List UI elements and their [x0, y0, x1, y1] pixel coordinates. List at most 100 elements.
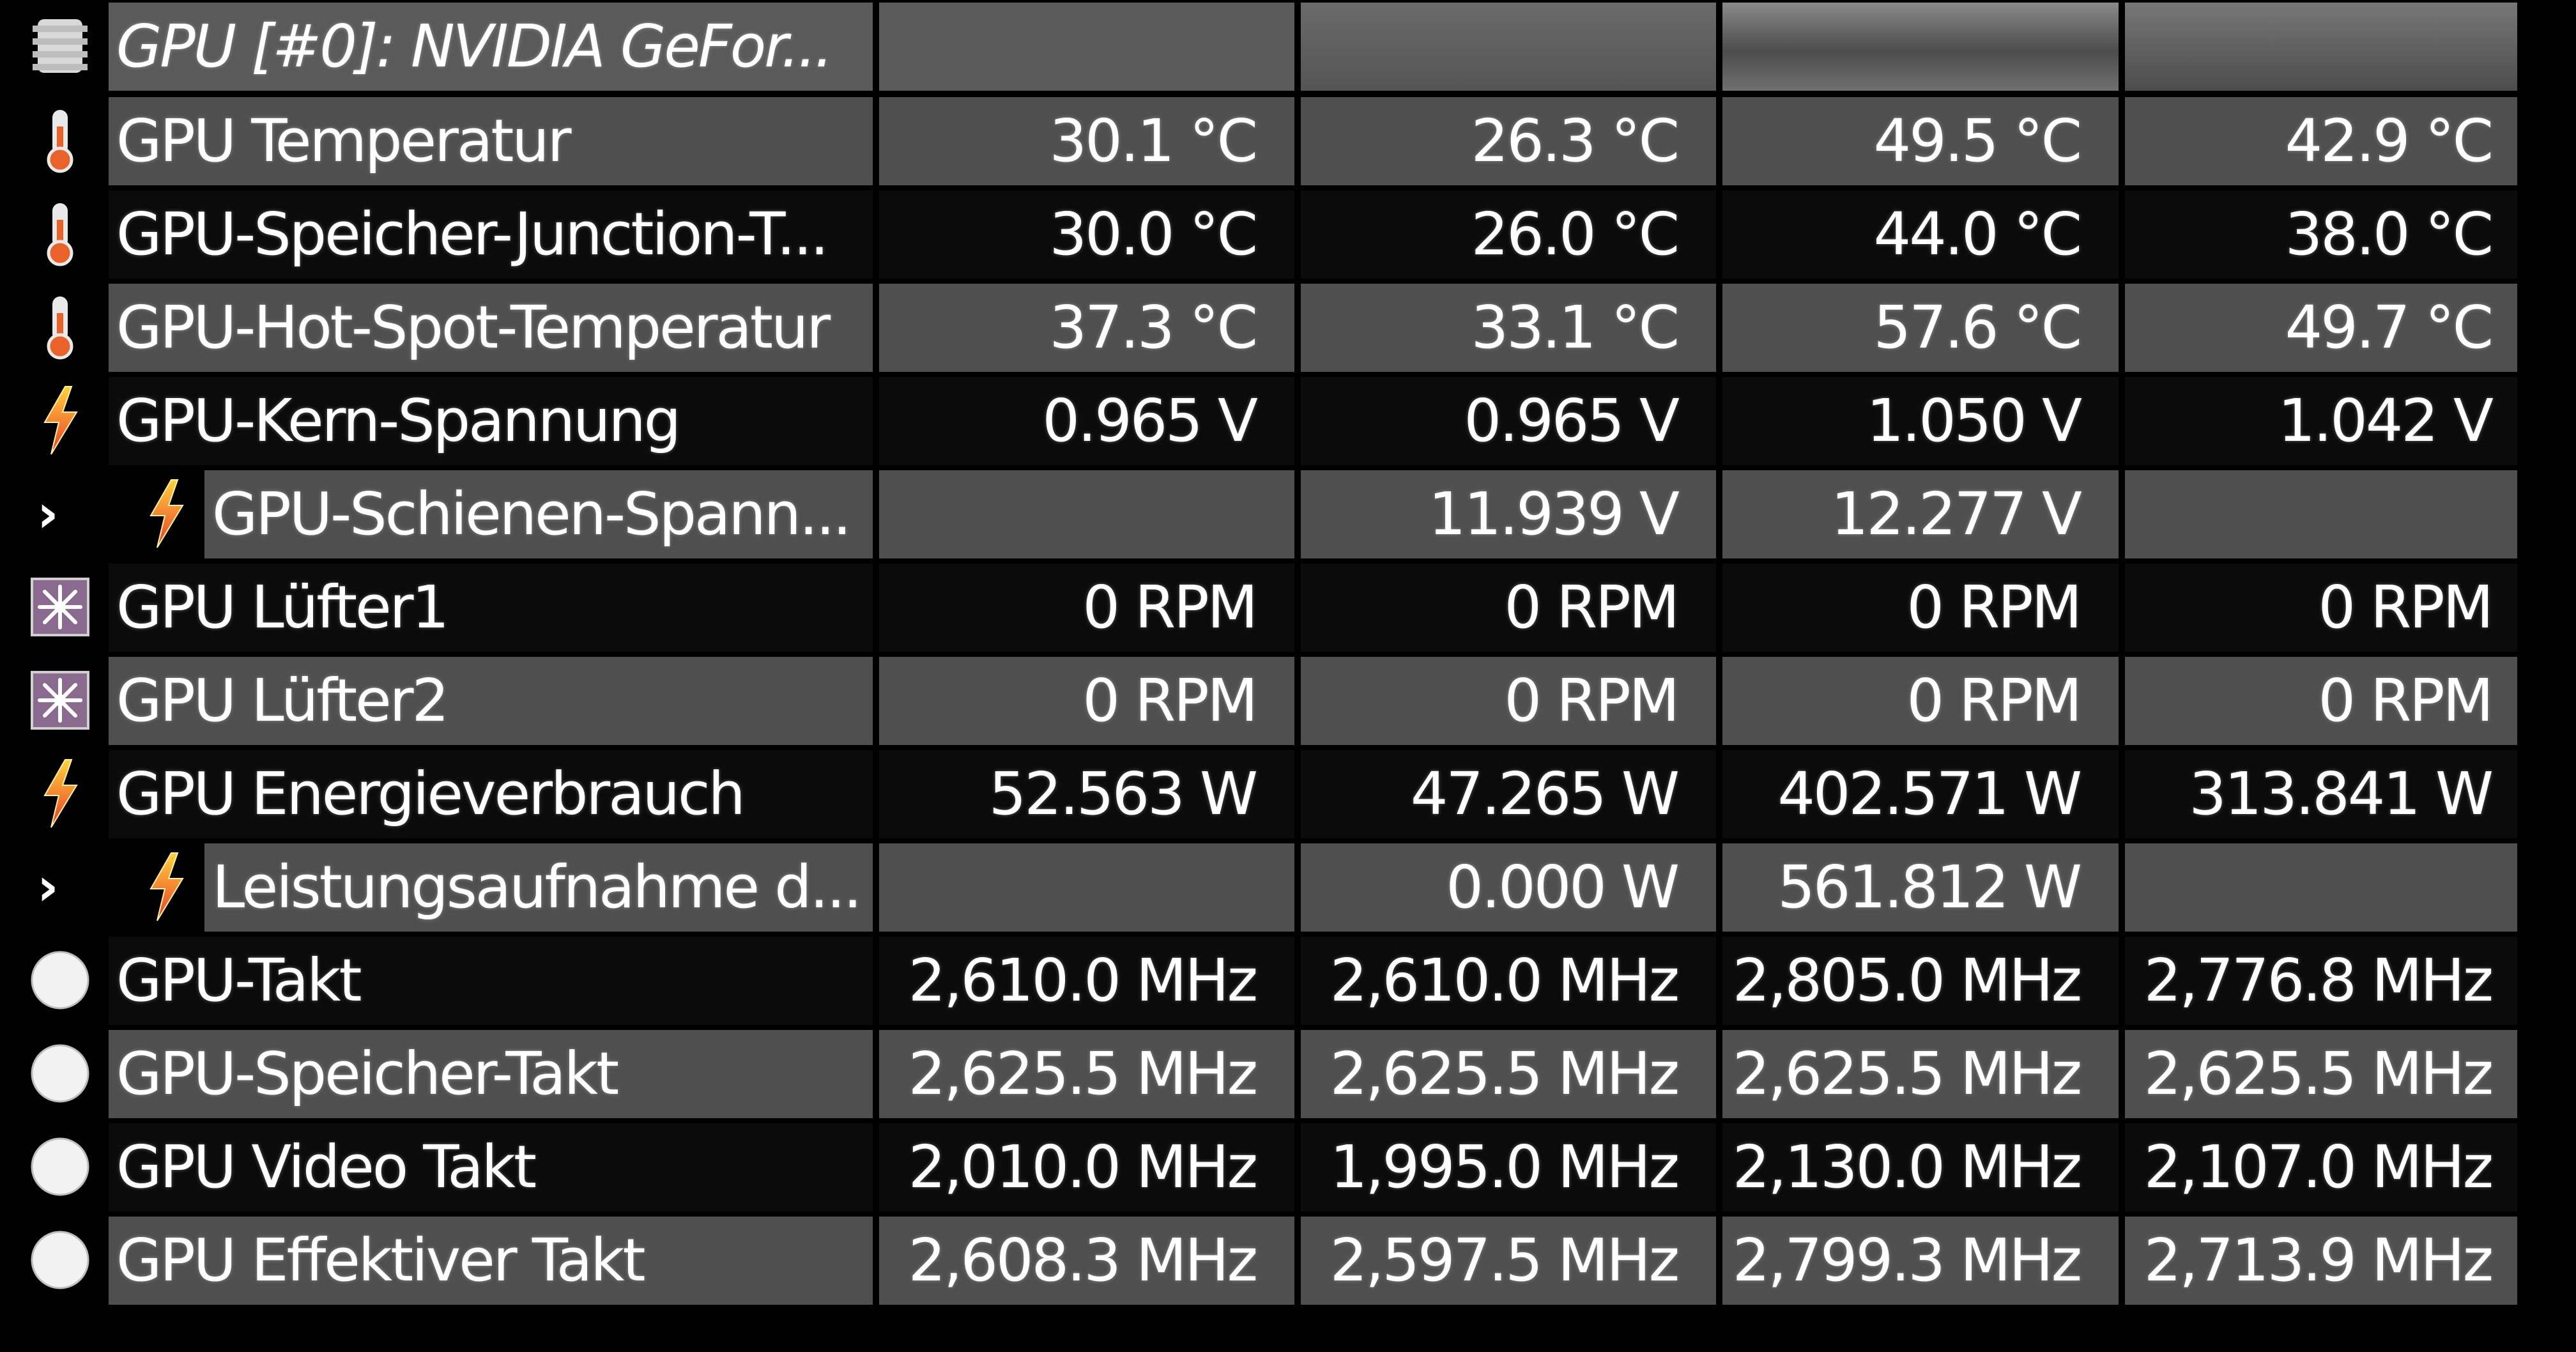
sensor-value-maximum: 402.571 W [1777, 760, 2082, 828]
sensor-value-maximum: 1.050 V [1866, 387, 2082, 455]
gpu-chip-icon [28, 14, 92, 78]
sensor-value-minimum: 2,610.0 MHz [1330, 946, 1680, 1015]
header-value-cell-1 [879, 3, 1294, 91]
value-cell-minimum: 2,597.5 MHz [1301, 1217, 1716, 1305]
sensor-value-average: 42.9 °C [2285, 107, 2494, 175]
sensor-value-current: 2,608.3 MHz [908, 1226, 1258, 1294]
value-cell-current: 30.1 °C [879, 97, 1294, 185]
sensor-label-cell: Leistungsaufnahme d... [204, 843, 873, 932]
value-cell-average [2125, 843, 2517, 932]
sensor-value-current: 30.0 °C [1049, 200, 1258, 268]
value-cell-minimum: 47.265 W [1301, 750, 1716, 838]
sensor-value-minimum: 0.965 V [1464, 387, 1680, 455]
value-cell-current: 2,608.3 MHz [879, 1217, 1294, 1305]
value-cell-current: 2,610.0 MHz [879, 937, 1294, 1025]
sensor-label-cell: GPU-Kern-Spannung [109, 377, 873, 465]
chevron-right-icon[interactable]: › [37, 860, 82, 915]
sensor-label: GPU Video Takt [116, 1133, 537, 1201]
group-header-title: GPU [#0]: NVIDIA GeFor... [116, 12, 833, 81]
value-cell-minimum: 0.000 W [1301, 843, 1716, 932]
sensor-row-gpu-l-fter1[interactable]: GPU Lüfter1 0 RPM 0 RPM 0 RPM 0 RPM [0, 561, 2524, 654]
value-cell-minimum: 26.0 °C [1301, 190, 1716, 279]
value-cell-maximum: 12.277 V [1722, 470, 2119, 558]
sensor-row-gpu-energieverbrauch[interactable]: GPU Energieverbrauch 52.563 W 47.265 W 402.… [0, 748, 2524, 841]
fan-icon [28, 575, 92, 639]
sensor-label-cell: GPU-Speicher-Junction-T... [109, 190, 873, 279]
sensor-value-maximum: 49.5 °C [1873, 107, 2082, 175]
lightning-icon [28, 386, 92, 455]
sensor-label-cell: GPU Lüfter1 [109, 564, 873, 652]
group-header-gpu[interactable]: GPU [#0]: NVIDIA GeFor... [0, 0, 2524, 93]
sensor-value-average: 2,625.5 MHz [2143, 1040, 2494, 1108]
value-cell-maximum: 49.5 °C [1722, 97, 2119, 185]
value-cell-average: 1.042 V [2125, 377, 2517, 465]
sensor-row-leistungsaufnahme-d[interactable]: › Leistungsaufnahme d... 0.000 W 561.812 W [0, 841, 2524, 934]
sensor-label-cell: GPU Lüfter2 [109, 657, 873, 745]
sensor-value-minimum: 2,625.5 MHz [1330, 1040, 1680, 1108]
sensor-label-cell: GPU Energieverbrauch [109, 750, 873, 838]
sensor-value-average: 2,713.9 MHz [2143, 1226, 2494, 1294]
lightning-icon [134, 479, 198, 548]
value-cell-average: 313.841 W [2125, 750, 2517, 838]
value-cell-maximum: 44.0 °C [1722, 190, 2119, 279]
value-cell-average: 2,625.5 MHz [2125, 1030, 2517, 1118]
sensor-value-current: 30.1 °C [1049, 107, 1258, 175]
value-cell-minimum: 0.965 V [1301, 377, 1716, 465]
clock-icon [28, 1228, 92, 1292]
sensor-label: GPU-Takt [116, 946, 362, 1015]
sensor-value-minimum: 0 RPM [1504, 573, 1680, 641]
sensor-label-cell: GPU Temperatur [109, 97, 873, 185]
sensor-row-gpu-l-fter2[interactable]: GPU Lüfter2 0 RPM 0 RPM 0 RPM 0 RPM [0, 654, 2524, 748]
sensor-row-gpu-speicher-takt[interactable]: GPU-Speicher-Takt 2,625.5 MHz 2,625.5 MHz 2… [0, 1027, 2524, 1121]
sensor-value-current: 0 RPM [1082, 573, 1258, 641]
value-cell-minimum: 2,610.0 MHz [1301, 937, 1716, 1025]
sensor-value-current: 0 RPM [1082, 666, 1258, 735]
sensor-row-gpu-kern-spannung[interactable]: GPU-Kern-Spannung 0.965 V 0.965 V 1.050 V 1.… [0, 374, 2524, 468]
sensor-label: GPU-Kern-Spannung [116, 387, 681, 455]
sensor-value-current: 2,610.0 MHz [908, 946, 1258, 1015]
sensor-value-average: 49.7 °C [2285, 293, 2494, 362]
group-header-cell: GPU [#0]: NVIDIA GeFor... [109, 3, 873, 91]
value-cell-maximum: 1.050 V [1722, 377, 2119, 465]
sensor-row-gpu-temperatur[interactable]: GPU Temperatur 30.1 °C 26.3 °C 49.5 °C 42.9 … [0, 95, 2524, 188]
sensor-value-minimum: 2,597.5 MHz [1330, 1226, 1680, 1294]
value-cell-maximum: 2,625.5 MHz [1722, 1030, 2119, 1118]
sensor-value-minimum: 0 RPM [1504, 666, 1680, 735]
sensor-label: GPU-Schienen-Spann... [212, 480, 852, 548]
sensor-table: GPU [#0]: NVIDIA GeFor... GPU Temperatur… [0, 0, 2576, 1352]
sensor-label: GPU-Speicher-Takt [116, 1040, 619, 1108]
sensor-row-gpu-schienen-spann[interactable]: › GPU-Schienen-Spann... 11.939 V 12.277 V [0, 468, 2524, 561]
sensor-value-maximum: 0 RPM [1906, 573, 2082, 641]
sensor-row-gpu-effektiver-takt[interactable]: GPU Effektiver Takt 2,608.3 MHz 2,597.5 MH… [0, 1214, 2524, 1307]
value-cell-current: 0 RPM [879, 657, 1294, 745]
lightning-icon [28, 759, 92, 828]
value-cell-current: 0 RPM [879, 564, 1294, 652]
sensor-value-maximum: 0 RPM [1906, 666, 2082, 735]
sensor-value-average: 2,107.0 MHz [2143, 1133, 2494, 1201]
sensor-row-gpu-takt[interactable]: GPU-Takt 2,610.0 MHz 2,610.0 MHz 2,805.0 MH… [0, 934, 2524, 1027]
sensor-value-average: 2,776.8 MHz [2143, 946, 2494, 1015]
sensor-value-maximum: 57.6 °C [1873, 293, 2082, 362]
clock-icon [28, 948, 92, 1012]
value-cell-minimum: 1,995.0 MHz [1301, 1123, 1716, 1211]
sensor-value-average: 0 RPM [2318, 666, 2494, 735]
sensor-label-cell: GPU-Speicher-Takt [109, 1030, 873, 1118]
header-value-cell-4 [2125, 3, 2517, 91]
sensor-label: GPU Effektiver Takt [116, 1226, 646, 1294]
value-cell-current: 0.965 V [879, 377, 1294, 465]
value-cell-maximum: 561.812 W [1722, 843, 2119, 932]
sensor-row-gpu-hot-spot-temperatur[interactable]: GPU-Hot-Spot-Temperatur 37.3 °C 33.1 °C 57.… [0, 281, 2524, 374]
value-cell-current: 37.3 °C [879, 284, 1294, 372]
sensor-value-minimum: 1,995.0 MHz [1330, 1133, 1680, 1201]
sensor-label: GPU-Hot-Spot-Temperatur [116, 293, 831, 362]
sensor-label: Leistungsaufnahme d... [212, 853, 862, 921]
value-cell-minimum: 0 RPM [1301, 657, 1716, 745]
chevron-right-icon[interactable]: › [37, 487, 82, 542]
sensor-label: GPU Lüfter2 [116, 666, 449, 735]
sensor-row-gpu-speicher-junction-t[interactable]: GPU-Speicher-Junction-T... 30.0 °C 26.0 °C… [0, 188, 2524, 281]
thermometer-icon [28, 109, 92, 173]
value-cell-average: 49.7 °C [2125, 284, 2517, 372]
value-cell-current: 52.563 W [879, 750, 1294, 838]
lightning-icon [134, 852, 198, 921]
sensor-row-gpu-video-takt[interactable]: GPU Video Takt 2,010.0 MHz 1,995.0 MHz 2,13… [0, 1121, 2524, 1214]
